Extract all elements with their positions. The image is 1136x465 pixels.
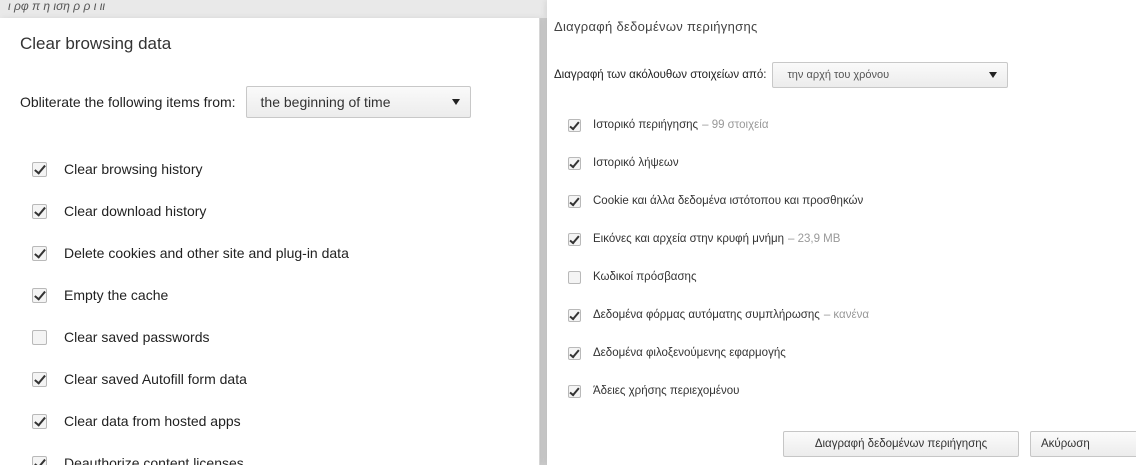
option-item[interactable]: Ιστορικό περιήγησης – 99 στοιχεία — [568, 106, 869, 144]
clear-options-list: Ιστορικό περιήγησης – 99 στοιχεία Ιστορικ… — [568, 106, 869, 410]
time-period-value: την αρχή του χρόνου — [787, 69, 890, 81]
period-label: Διαγραφή των ακόλουθων στοιχείων από: — [554, 69, 767, 81]
option-item[interactable]: Clear download history — [32, 190, 349, 232]
option-label: Deauthorize content licenses — [64, 455, 244, 465]
checkbox[interactable] — [568, 308, 581, 322]
option-label: Άδειες χρήσης περιεχομένου — [593, 385, 740, 397]
checkbox[interactable] — [568, 194, 581, 208]
option-label: Clear download history — [64, 203, 207, 219]
option-label: Δεδομένα φιλοξενούμενης εφαρμογής — [593, 347, 786, 359]
checkbox[interactable] — [568, 346, 581, 360]
option-item[interactable]: Clear data from hosted apps — [32, 400, 349, 442]
option-item[interactable]: Κωδικοί πρόσβασης — [568, 258, 869, 296]
dialog-title: Clear browsing data — [20, 34, 172, 53]
option-label: Empty the cache — [64, 287, 169, 303]
option-item[interactable]: Empty the cache — [32, 274, 349, 316]
option-item[interactable]: Δεδομένα φόρμας αυτόματης συμπλήρωσης – κ… — [568, 296, 869, 334]
checkbox[interactable] — [32, 245, 47, 261]
checkbox[interactable] — [32, 287, 47, 303]
checkbox[interactable] — [32, 329, 47, 345]
dialog-title: Διαγραφή δεδομένων περιήγησης — [554, 19, 758, 34]
option-item[interactable]: Clear saved Autofill form data — [32, 358, 349, 400]
option-item[interactable]: Ιστορικό λήψεων — [568, 144, 869, 182]
option-item[interactable]: Άδειες χρήσης περιεχομένου — [568, 372, 869, 410]
dropdown-arrow-icon — [989, 72, 998, 78]
time-period-dropdown[interactable]: the beginning of time — [245, 86, 471, 118]
option-label: Ιστορικό λήψεων — [593, 157, 679, 169]
option-label: Ιστορικό περιήγησης — [593, 119, 699, 131]
time-period-value: the beginning of time — [260, 94, 391, 110]
clear-browsing-data-dialog-greek: Διαγραφή δεδομένων περιήγησης Διαγραφή τ… — [547, 0, 1136, 465]
option-item[interactable]: Cookie και άλλα δεδομένα ιστότοπου και π… — [568, 182, 869, 220]
option-label: Εικόνες και αρχεία στην κρυφή μνήμη — [593, 233, 785, 245]
checkbox[interactable] — [32, 455, 47, 465]
checkbox[interactable] — [32, 413, 47, 429]
checkbox[interactable] — [568, 156, 581, 170]
checkbox[interactable] — [568, 384, 581, 398]
option-label: Delete cookies and other site and plug-i… — [64, 245, 349, 261]
option-item[interactable]: Deauthorize content licenses — [32, 442, 349, 465]
option-label: Κωδικοί πρόσβασης — [593, 271, 697, 283]
option-detail: – 23,9 MB — [788, 233, 841, 245]
clear-browsing-data-button[interactable]: Διαγραφή δεδομένων περιήγησης — [783, 431, 1019, 457]
option-detail: – κανένα — [823, 309, 869, 321]
period-row: Obliterate the following items from: the… — [20, 86, 471, 118]
period-label: Obliterate the following items from: — [20, 94, 236, 110]
cancel-button[interactable]: Ακύρωση — [1030, 431, 1136, 457]
option-label: Clear data from hosted apps — [64, 413, 241, 429]
option-item[interactable]: Εικόνες και αρχεία στην κρυφή μνήμη – 23,… — [568, 220, 869, 258]
option-item[interactable]: Clear saved passwords — [32, 316, 349, 358]
background-strip-text: ι ρφ π η ιση ρ ρ ι ιι — [0, 0, 560, 18]
clear-browsing-data-dialog-english: Clear browsing data Obliterate the follo… — [0, 18, 540, 465]
checkbox[interactable] — [568, 270, 581, 284]
option-label: Clear browsing history — [64, 161, 203, 177]
time-period-dropdown[interactable]: την αρχή του χρόνου — [772, 62, 1009, 88]
option-item[interactable]: Δεδομένα φιλοξενούμενης εφαρμογής — [568, 334, 869, 372]
checkbox[interactable] — [32, 203, 47, 219]
option-detail: – 99 στοιχεία — [702, 119, 769, 131]
option-item[interactable]: Clear browsing history — [32, 148, 349, 190]
checkbox[interactable] — [568, 232, 581, 246]
option-label: Clear saved passwords — [64, 329, 210, 345]
clear-options-list: Clear browsing history Clear download hi… — [32, 148, 349, 465]
option-label: Cookie και άλλα δεδομένα ιστότοπου και π… — [593, 195, 864, 207]
option-label: Δεδομένα φόρμας αυτόματης συμπλήρωσης — [593, 309, 820, 321]
option-label: Clear saved Autofill form data — [64, 371, 247, 387]
dropdown-arrow-icon — [451, 99, 460, 105]
checkbox[interactable] — [32, 161, 47, 177]
option-item[interactable]: Delete cookies and other site and plug-i… — [32, 232, 349, 274]
checkbox[interactable] — [568, 118, 581, 132]
checkbox[interactable] — [32, 371, 47, 387]
period-row: Διαγραφή των ακόλουθων στοιχείων από: τη… — [554, 62, 1009, 88]
